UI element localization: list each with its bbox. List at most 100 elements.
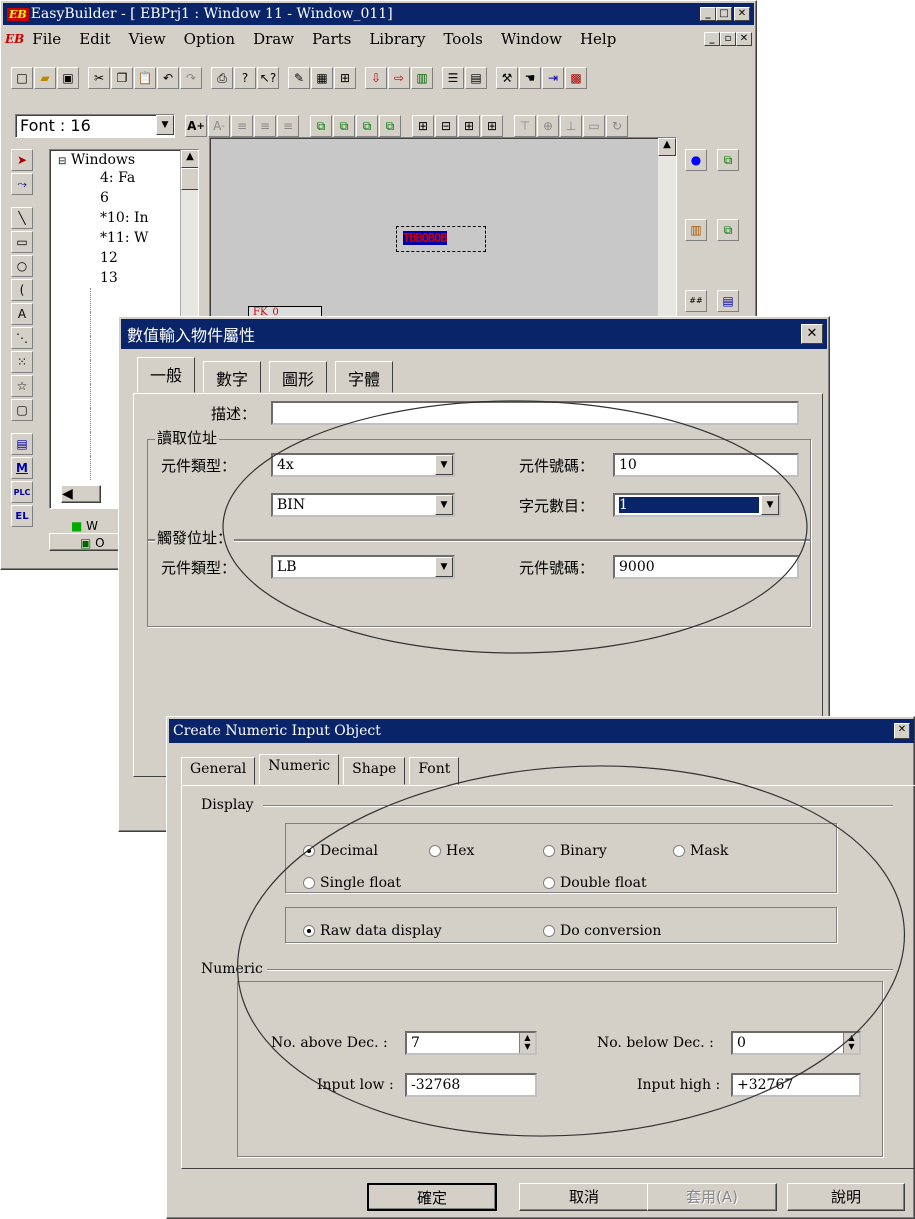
menu-option[interactable]: Option [184, 30, 235, 48]
cut-icon[interactable]: ✂ [88, 67, 110, 89]
chevron-down-icon[interactable]: ▼ [156, 115, 174, 135]
align-mid-icon[interactable]: ⊕ [537, 115, 559, 137]
bit-lamp-icon[interactable]: ● [685, 149, 707, 171]
dialog-en-close-icon[interactable]: ✕ [894, 723, 910, 739]
menu-edit[interactable]: Edit [79, 30, 110, 48]
download-icon[interactable]: ⇩ [365, 67, 387, 89]
tree-item[interactable]: *11: W [50, 228, 198, 248]
keypad-icon[interactable]: ▤ [717, 289, 739, 312]
scroll-thumb[interactable] [181, 168, 198, 190]
font-combo[interactable]: Font : 16 ▼ [15, 114, 175, 138]
apply-button[interactable]: 套用(A) [647, 1183, 777, 1211]
open-icon[interactable]: ▰ [34, 67, 56, 89]
dialog-zh-close-icon[interactable]: ✕ [801, 324, 823, 344]
el-icon[interactable]: EL [11, 505, 33, 527]
page-icon[interactable]: ▤ [11, 433, 33, 455]
tab-zh-1[interactable]: 數字 [203, 361, 262, 393]
canvas-scroll-up-icon[interactable]: ▲ [658, 138, 676, 156]
menu-draw[interactable]: Draw [253, 30, 294, 48]
save-icon[interactable]: ▣ [57, 67, 79, 89]
menu-tools[interactable]: Tools [443, 30, 482, 48]
paste-icon[interactable]: 📋 [134, 67, 156, 89]
grid-icon[interactable]: ▦ [311, 67, 333, 89]
tree-item[interactable]: 12 [50, 248, 198, 268]
copy-icon[interactable]: ❐ [111, 67, 133, 89]
macro-icon[interactable]: M [11, 457, 33, 479]
tree-hscroll[interactable]: ◀ [61, 485, 101, 503]
forward-icon[interactable]: ⧉ [356, 115, 378, 137]
bar-graph-icon[interactable]: ▥ [685, 219, 707, 242]
doc-close-button[interactable]: ✕ [736, 32, 752, 46]
font-bigger-icon[interactable]: A + [185, 115, 207, 137]
align-icon[interactable]: ⊞ [334, 67, 356, 89]
set-bit-icon[interactable]: ⧉ [717, 219, 739, 242]
menu-window[interactable]: Window [501, 30, 562, 48]
dotfill-icon[interactable]: ⁙ [11, 351, 33, 373]
space-v-icon[interactable]: ⊞ [481, 115, 503, 137]
backward-icon[interactable]: ⧉ [379, 115, 401, 137]
line-icon[interactable]: ╲ [11, 207, 33, 229]
compile-icon[interactable]: ⇨ [388, 67, 410, 89]
node-edit-icon[interactable]: ⤳ [11, 173, 33, 195]
arc-icon[interactable]: ( [11, 279, 33, 301]
select-arrow-icon[interactable]: ➤ [11, 149, 33, 171]
group-icon[interactable]: ⊞ [412, 115, 434, 137]
polygon-icon[interactable]: ☆ [11, 375, 33, 397]
space-h-icon[interactable]: ⊞ [458, 115, 480, 137]
tree-item[interactable]: 6 [50, 188, 198, 208]
multi-state-icon[interactable]: ⧉ [717, 149, 739, 171]
align-right-icon[interactable]: ≡ [277, 115, 299, 137]
tab-zh-0[interactable]: 一般 [137, 357, 196, 393]
context-help-icon[interactable]: ↖? [257, 67, 279, 89]
align-left-icon[interactable]: ≡ [231, 115, 253, 137]
menu-library[interactable]: Library [369, 30, 425, 48]
menu-view[interactable]: View [129, 30, 166, 48]
align-top-icon[interactable]: ⊤ [514, 115, 536, 137]
rotate-icon[interactable]: ↻ [606, 115, 628, 137]
objects-tab[interactable]: O [95, 536, 104, 550]
close-icon[interactable]: ✕ [734, 7, 750, 21]
library-icon[interactable]: ▥ [411, 67, 433, 89]
hand-icon[interactable]: ☚ [519, 67, 541, 89]
scale-icon[interactable]: ⋱ [11, 327, 33, 349]
doc-restore-button[interactable]: ▫ [720, 32, 736, 46]
ungroup-icon[interactable]: ⊟ [435, 115, 457, 137]
export-icon[interactable]: ⇥ [542, 67, 564, 89]
tab-zh-2[interactable]: 圖形 [269, 361, 328, 393]
tree-root[interactable]: Windows [71, 152, 135, 168]
size-icon[interactable]: ▭ [583, 115, 605, 137]
bring-front-icon[interactable]: ⧉ [310, 115, 332, 137]
doc-minimize-button[interactable]: _ [704, 32, 720, 46]
align-bottom-icon[interactable]: ⊥ [560, 115, 582, 137]
maximize-button[interactable]: □ [716, 7, 732, 21]
menu-file[interactable]: File [32, 30, 61, 48]
plc-icon[interactable]: PLC [11, 481, 33, 503]
menu-parts[interactable]: Parts [312, 30, 351, 48]
help-button[interactable]: 說明 [787, 1183, 905, 1211]
new-icon[interactable]: □ [11, 67, 33, 89]
tree-item[interactable]: *10: In [50, 208, 198, 228]
rectangle-icon[interactable]: ▭ [11, 231, 33, 253]
table-icon[interactable]: ▤ [465, 67, 487, 89]
send-back-icon[interactable]: ⧉ [333, 115, 355, 137]
ok-button[interactable]: 確定 [367, 1183, 497, 1211]
help-icon[interactable]: ? [234, 67, 256, 89]
tree-collapse-icon[interactable]: ⊟ [58, 156, 66, 167]
frame-icon[interactable]: ▢ [11, 399, 33, 421]
print-icon[interactable]: ⎙ [211, 67, 233, 89]
align-center-icon[interactable]: ≡ [254, 115, 276, 137]
menu-help[interactable]: Help [580, 30, 616, 48]
font-smaller-icon[interactable]: A- [208, 115, 230, 137]
circle-icon[interactable]: ○ [11, 255, 33, 277]
tree-item[interactable]: 13 [50, 268, 198, 288]
windows-tab[interactable]: W [86, 519, 98, 533]
pen-icon[interactable]: ✎ [288, 67, 310, 89]
tab-zh-3[interactable]: 字體 [335, 361, 394, 393]
numeric-display-icon[interactable]: ## [685, 289, 707, 312]
scroll-up-icon[interactable]: ▲ [181, 150, 198, 168]
simulate-icon[interactable]: ▩ [565, 67, 587, 89]
hammer-icon[interactable]: ⚒ [496, 67, 518, 89]
cancel-button[interactable]: 取消 [519, 1183, 649, 1211]
minimize-button[interactable]: _ [700, 7, 716, 21]
redo-icon[interactable]: ↷ [180, 67, 202, 89]
